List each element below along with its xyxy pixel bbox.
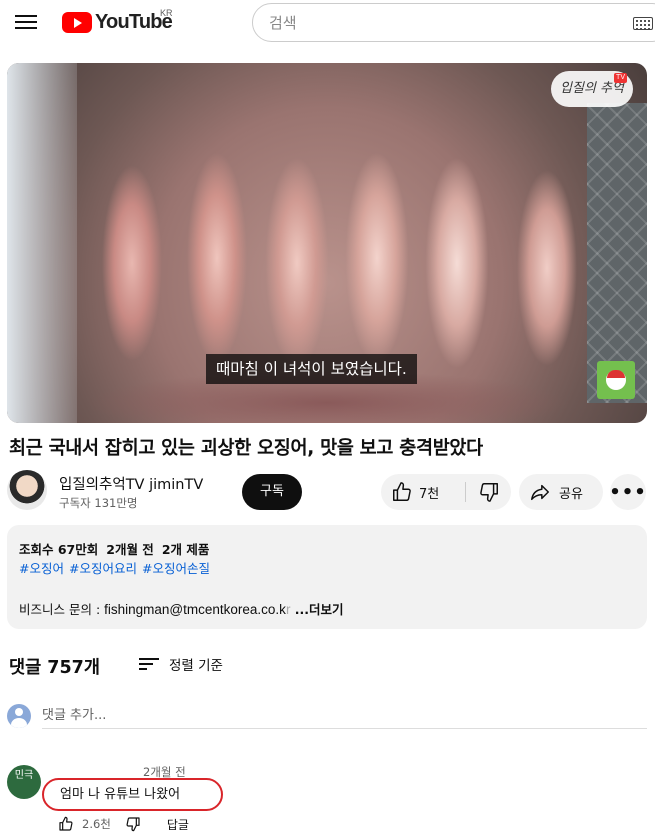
comment-like-button[interactable]: 2.6천 — [58, 816, 111, 832]
like-dislike-group: 7천 — [381, 474, 511, 510]
thumbs-up-icon — [59, 816, 73, 831]
hashtag-link[interactable]: #오징어 — [19, 561, 64, 576]
business-prefix: 비즈니스 문의 : — [19, 602, 105, 617]
subscriber-count: 구독자 131만명 — [59, 496, 138, 510]
keyboard-icon[interactable] — [633, 17, 653, 30]
share-arrow-icon — [531, 484, 549, 501]
show-more-link[interactable]: ...더보기 — [290, 602, 344, 617]
top-bar: YouTube KR — [0, 0, 655, 46]
user-avatar — [7, 704, 31, 728]
channel-branding-icon[interactable] — [597, 361, 635, 399]
like-count: 7천 — [419, 486, 440, 502]
region-label: KR — [160, 8, 173, 18]
sort-label: 정렬 기준 — [169, 658, 223, 674]
comment-like-count: 2.6천 — [82, 817, 111, 831]
channel-avatar[interactable] — [7, 470, 47, 510]
thumbs-up-icon — [393, 482, 411, 501]
description-box[interactable]: 조회수 67만회 2개월 전 2개 제품 #오징어 #오징어요리 #오징어손질 비즈니스… — [7, 525, 647, 629]
add-comment-input[interactable] — [42, 703, 647, 729]
like-divider — [465, 482, 466, 502]
dislike-button[interactable] — [469, 474, 509, 510]
like-button[interactable]: 7천 — [381, 474, 463, 510]
hamburger-menu-icon[interactable] — [15, 12, 37, 32]
thumbs-down-icon — [126, 817, 140, 832]
business-inquiry: 비즈니스 문의 : fishingman@tmcentkorea.co.kr .… — [19, 599, 344, 618]
upload-date: 2개월 전 — [106, 542, 154, 557]
sort-comments-button[interactable]: 정렬 기준 — [139, 654, 223, 674]
sort-icon — [139, 657, 159, 671]
subscribe-button[interactable]: 구독 — [242, 474, 302, 510]
video-subtitle: 때마침 이 녀석이 보였습니다. — [206, 354, 417, 384]
video-player[interactable]: 입질의 추억 TV 때마침 이 녀석이 보였습니다. — [7, 63, 647, 423]
video-frame-left — [7, 63, 77, 423]
watermark-text: 입질의 추억 — [560, 81, 624, 96]
business-email: fishingman@tmcentkorea.co.k — [104, 602, 286, 617]
youtube-logo[interactable]: YouTube — [62, 10, 173, 34]
products-count[interactable]: 2개 제품 — [162, 542, 210, 557]
share-button[interactable]: 공유 — [519, 474, 603, 510]
video-title: 최근 국내서 잡히고 있는 괴상한 오징어, 맛을 보고 충격받았다 — [9, 438, 483, 459]
channel-watermark: 입질의 추억 TV — [551, 71, 633, 107]
channel-name[interactable]: 입질의추억TV jiminTV — [59, 473, 203, 494]
video-frame-right — [587, 103, 647, 403]
search-box[interactable] — [252, 3, 655, 42]
view-count: 조회수 67만회 — [19, 542, 99, 557]
comment-dislike-button[interactable] — [125, 816, 141, 832]
more-actions-button[interactable]: ••• — [609, 474, 646, 510]
comment-text: 엄마 나 유튜브 나왔어 — [42, 778, 223, 811]
youtube-play-icon — [62, 11, 92, 33]
thumbs-down-icon — [480, 483, 498, 502]
commenter-avatar[interactable]: 민극 — [7, 765, 41, 799]
comment-actions: 2.6천 답글 — [58, 813, 189, 835]
hashtag-link[interactable]: #오징어손질 — [142, 561, 210, 576]
watermark-badge: TV — [614, 73, 627, 83]
share-label: 공유 — [559, 486, 583, 502]
search-input[interactable] — [269, 4, 609, 41]
comments-count: 댓글 757개 — [9, 658, 100, 678]
description-meta: 조회수 67만회 2개월 전 2개 제품 — [19, 539, 217, 558]
hashtag-link[interactable]: #오징어요리 — [69, 561, 137, 576]
reply-button[interactable]: 답글 — [167, 816, 189, 833]
hashtag-list: #오징어 #오징어요리 #오징어손질 — [19, 558, 215, 577]
